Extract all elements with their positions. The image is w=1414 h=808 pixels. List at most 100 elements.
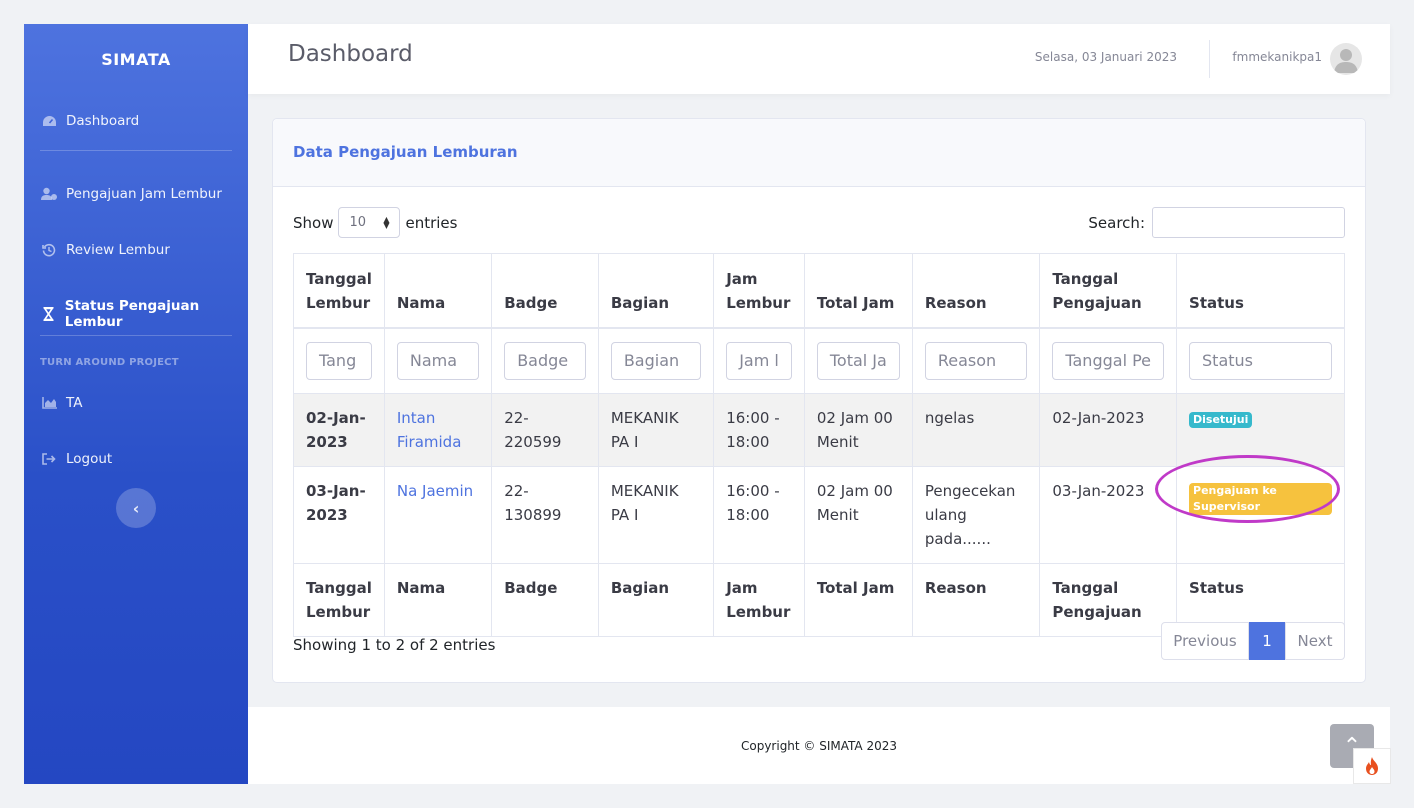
page-footer: Copyright © SIMATA 2023	[248, 707, 1390, 784]
filter-row: Tang Nama Badge Bagian Jam l Total Ja Re…	[293, 327, 1345, 394]
cell-tanggal-lembur: 03-Jan-2023	[293, 466, 385, 564]
sidebar-item-pengajuan-jam-lembur[interactable]: Pengajuan Jam Lembur	[40, 186, 222, 202]
brand-logo[interactable]: SIMATA	[24, 24, 248, 94]
footer-header-tanggal-pengajuan: Tanggal Pengajuan	[1039, 563, 1178, 637]
column-header-jam-lembur[interactable]: Jam Lembur	[713, 253, 805, 329]
footer-header-badge: Badge	[491, 563, 599, 637]
hourglass-icon	[40, 307, 57, 321]
select-arrows-icon: ▲ ▼	[383, 214, 390, 230]
topbar-divider	[1209, 40, 1210, 78]
cell-tanggal-lembur: 02-Jan-2023	[293, 393, 385, 467]
data-card: Data Pengajuan Lemburan Show 10 ▲ ▼ entri…	[272, 118, 1366, 683]
cell-badge: 22-220599	[491, 393, 599, 467]
sidebar-item-status-pengajuan-lembur[interactable]: Status Pengajuan Lembur	[40, 298, 248, 330]
chart-area-icon	[40, 397, 58, 409]
column-header-status[interactable]: Status	[1176, 253, 1345, 329]
table-row: 03-Jan-2023 Na Jaemin 22-130899 MEKANIK …	[293, 466, 1345, 564]
cell-status: Disetujui	[1176, 393, 1345, 467]
cell-nama: Intan Firamida	[383, 393, 493, 467]
footer-header-nama: Nama	[383, 563, 493, 637]
page-length-value: 10	[349, 215, 367, 230]
data-table: Tanggal Lembur Nama Badge Bagian Jam Lembu…	[293, 253, 1345, 637]
sidebar-item-label: TA	[66, 395, 83, 411]
filter-input-jam-lembur[interactable]: Jam l	[726, 341, 792, 380]
table-row: 02-Jan-2023 Intan Firamida 22-220599 MEK…	[293, 393, 1345, 467]
cell-tanggal-pengajuan: 03-Jan-2023	[1039, 466, 1178, 564]
entries-label: entries	[405, 213, 458, 232]
sidebar-divider	[40, 150, 232, 151]
status-badge: Pengajuan ke Supervisor	[1189, 483, 1332, 515]
cell-reason: ngelas	[911, 393, 1041, 467]
sidebar-item-label: Dashboard	[66, 113, 140, 129]
column-header-nama[interactable]: Nama	[383, 253, 493, 329]
pagination: Previous 1 Next	[1161, 622, 1345, 660]
cell-jam-lembur: 16:00 - 18:00	[713, 393, 805, 467]
sidebar-item-review-lembur[interactable]: Review Lembur	[40, 242, 170, 258]
cell-total-jam: 02 Jam 00 Menit	[803, 393, 913, 467]
table-info: Showing 1 to 2 of 2 entries	[293, 636, 496, 654]
column-header-bagian[interactable]: Bagian	[597, 253, 715, 329]
footer-header-jam-lembur: Jam Lembur	[713, 563, 805, 637]
current-date: Selasa, 03 Januari 2023	[1034, 50, 1177, 64]
column-header-tanggal-pengajuan[interactable]: Tanggal Pengajuan	[1039, 253, 1178, 329]
username[interactable]: fmmekanikpa1	[1232, 50, 1322, 64]
column-header-total-jam[interactable]: Total Jam	[803, 253, 913, 329]
cell-badge: 22-130899	[491, 466, 599, 564]
sidebar-item-dashboard[interactable]: Dashboard	[40, 113, 139, 129]
sidebar-item-label: Status Pengajuan Lembur	[64, 298, 200, 330]
chevron-left-icon: ‹	[132, 498, 140, 518]
page-length-select[interactable]: 10 ▲ ▼	[338, 207, 401, 238]
footer-header-reason: Reason	[911, 563, 1041, 637]
cell-nama: Na Jaemin	[383, 466, 493, 564]
footer-header-bagian: Bagian	[597, 563, 715, 637]
table-header-row: Tanggal Lembur Nama Badge Bagian Jam Lembu…	[293, 253, 1345, 329]
history-icon	[40, 243, 58, 257]
card-title: Data Pengajuan Lemburan	[293, 143, 518, 161]
sidebar-divider	[40, 335, 232, 336]
sidebar-heading: TURN AROUND PROJECT	[40, 357, 179, 368]
sidebar-item-label: Pengajuan Jam Lembur	[66, 186, 222, 202]
page-length-control: Show 10 ▲ ▼ entries	[293, 207, 457, 238]
sidebar-item-label: Logout	[66, 451, 113, 467]
user-cog-icon	[40, 187, 58, 201]
cell-status: Pengajuan ke Supervisor	[1176, 466, 1345, 564]
filter-input-tanggal-pengajuan[interactable]: Tanggal Pe	[1052, 341, 1165, 380]
search-control: Search:	[1088, 207, 1345, 238]
column-header-badge[interactable]: Badge	[491, 253, 599, 329]
cell-total-jam: 02 Jam 00 Menit	[803, 466, 913, 564]
filter-input-bagian[interactable]: Bagian	[610, 341, 702, 380]
topbar: Dashboard Selasa, 03 Januari 2023 fmmeka…	[248, 24, 1390, 94]
card-header: Data Pengajuan Lemburan	[273, 119, 1365, 187]
column-header-tanggal-lembur[interactable]: Tanggal Lembur	[293, 253, 385, 329]
cell-reason: Pengecekan ulang pada......	[911, 466, 1041, 564]
page-1-button[interactable]: 1	[1249, 622, 1285, 660]
filter-input-status[interactable]: Status	[1189, 341, 1332, 380]
avatar[interactable]	[1330, 43, 1362, 75]
cell-bagian: MEKANIK PA I	[597, 466, 715, 564]
filter-input-total-jam[interactable]: Total Ja	[816, 341, 900, 380]
cell-jam-lembur: 16:00 - 18:00	[713, 466, 805, 564]
search-input[interactable]	[1152, 207, 1345, 238]
search-label: Search:	[1088, 213, 1145, 232]
debug-toolbar-button[interactable]	[1353, 748, 1391, 784]
nama-link[interactable]: Intan Firamida	[397, 409, 462, 451]
filter-input-tanggal-lembur[interactable]: Tang	[306, 341, 372, 380]
footer-header-tanggal-lembur: Tanggal Lembur	[293, 563, 385, 637]
sidebar-item-ta[interactable]: TA	[40, 395, 82, 411]
previous-page-button[interactable]: Previous	[1161, 622, 1249, 660]
show-label: Show	[293, 213, 334, 232]
filter-input-reason[interactable]: Reason	[924, 341, 1028, 380]
sidebar-item-logout[interactable]: Logout	[40, 451, 112, 467]
filter-input-badge[interactable]: Badge	[504, 341, 586, 380]
sidebar-toggle-button[interactable]: ‹	[116, 488, 156, 528]
sidebar-item-label: Review Lembur	[66, 242, 170, 258]
footer-header-total-jam: Total Jam	[803, 563, 913, 637]
column-header-reason[interactable]: Reason	[911, 253, 1041, 329]
filter-input-nama[interactable]: Nama	[396, 341, 480, 380]
tachometer-icon	[40, 115, 58, 128]
sidebar: SIMATA Dashboard Pengajuan Jam Lembur Re…	[24, 24, 248, 784]
page-title: Dashboard	[288, 41, 413, 67]
nama-link[interactable]: Na Jaemin	[397, 482, 473, 500]
next-page-button[interactable]: Next	[1285, 622, 1345, 660]
cell-bagian: MEKANIK PA I	[597, 393, 715, 467]
